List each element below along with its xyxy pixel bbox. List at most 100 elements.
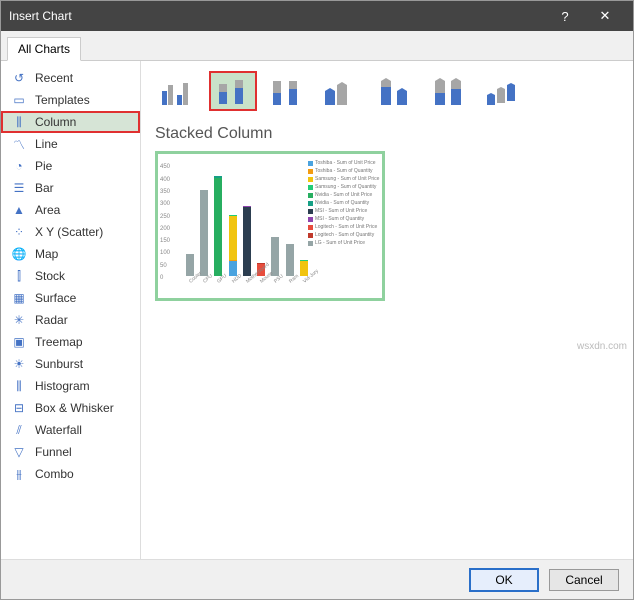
chart-type-icon: ⫵: [11, 466, 27, 482]
legend-item: Nvidia - Sum of Unit Price: [308, 192, 380, 199]
sidebar-item-recent[interactable]: ↺ Recent: [1, 67, 140, 89]
sidebar-item-area[interactable]: ▲ Area: [1, 199, 140, 221]
window-title: Insert Chart: [9, 9, 545, 23]
legend-item: Logitech - Sum of Quantity: [308, 232, 380, 239]
close-button[interactable]: ✕: [585, 8, 625, 24]
legend-item: Toshiba - Sum of Unit Price: [308, 160, 380, 167]
sidebar-item-label: Map: [35, 247, 58, 261]
sidebar-item-column[interactable]: ⫼ Column: [1, 111, 140, 133]
chart-category-sidebar: ↺ Recent ▭Templates ⫼ Column 〽Line ◔ Pie ☰ Bar ▲ Ar…: [1, 61, 141, 559]
legend-item: MSI - Sum of Quantity: [308, 216, 380, 223]
tab-bar: All Charts: [1, 35, 633, 61]
chart-legend: Toshiba - Sum of Unit PriceToshiba - Sum…: [308, 160, 380, 248]
sidebar-item-radar[interactable]: ✳ Radar: [1, 309, 140, 331]
sidebar-item-templates[interactable]: ▭Templates: [1, 89, 140, 111]
y-tick-label: 150: [160, 238, 170, 244]
sidebar-item-label: Pie: [35, 159, 52, 173]
sidebar-item-label: Histogram: [35, 379, 90, 393]
cancel-button[interactable]: Cancel: [549, 569, 619, 591]
legend-item: LG - Sum of Unit Price: [308, 240, 380, 247]
sidebar-item-label: Box & Whisker: [35, 401, 114, 415]
sidebar-item-label: Waterfall: [35, 423, 82, 437]
tab-all-charts[interactable]: All Charts: [7, 37, 81, 61]
insert-chart-dialog: Insert Chart ? ✕ All Charts ↺ Recent ▭Temp…: [0, 0, 634, 600]
legend-item: Samsung - Sum of Quantity: [308, 184, 380, 191]
chart-type-icon: ☰: [11, 180, 27, 196]
chart-x-labels: CoolerCPUGPUHDDMotherboardMousePSURamVid…: [184, 278, 306, 296]
subtype-3d-100-stacked-column[interactable]: [425, 71, 473, 111]
sidebar-item-label: Sunburst: [35, 357, 83, 371]
sidebar-item-label: Funnel: [35, 445, 72, 459]
sidebar-item-waterfall[interactable]: ⫽ Waterfall: [1, 419, 140, 441]
chart-type-icon: ▲: [11, 202, 27, 218]
chart-type-icon: ⫼: [11, 378, 27, 394]
y-tick-label: 450: [160, 164, 170, 170]
subtype-3d-stacked-column[interactable]: [371, 71, 419, 111]
sidebar-item-stock[interactable]: ⫿ Stock: [1, 265, 140, 287]
chart-type-icon: ☀: [11, 356, 27, 372]
sidebar-item-label: Treemap: [35, 335, 83, 349]
y-tick-label: 50: [160, 263, 167, 269]
chart-type-icon: ▣: [11, 334, 27, 350]
sidebar-item-label: Line: [35, 137, 58, 151]
y-tick-label: 300: [160, 201, 170, 207]
legend-item: MSI - Sum of Unit Price: [308, 208, 380, 215]
chart-type-icon: ✳: [11, 312, 27, 328]
chart-preview[interactable]: CoolerCPUGPUHDDMotherboardMousePSURamVid…: [155, 151, 385, 301]
sidebar-item-combo[interactable]: ⫵Combo: [1, 463, 140, 485]
subtype-clustered-column[interactable]: [155, 71, 203, 111]
sidebar-item-sunburst[interactable]: ☀ Sunburst: [1, 353, 140, 375]
sidebar-item-label: Recent: [35, 71, 73, 85]
sidebar-item-map[interactable]: 🌐 Map: [1, 243, 140, 265]
chart-type-icon: ↺: [11, 70, 27, 86]
chart-type-icon: ⫼: [11, 114, 27, 130]
sidebar-item-label: Column: [35, 115, 76, 129]
titlebar: Insert Chart ? ✕: [1, 1, 633, 31]
legend-item: Nvidia - Sum of Quantity: [308, 200, 380, 207]
sidebar-item-bar[interactable]: ☰ Bar: [1, 177, 140, 199]
sidebar-item-label: X Y (Scatter): [35, 225, 103, 239]
ok-button[interactable]: OK: [469, 568, 539, 592]
chart-plot-area: [184, 160, 306, 276]
subtype-3d-column[interactable]: [479, 71, 527, 111]
y-tick-label: 0: [160, 275, 163, 281]
watermark: wsxdn.com: [577, 341, 627, 352]
chart-content-pane: Stacked Column CoolerCPUGPUHDDMotherboar…: [141, 61, 633, 559]
subtype-100-stacked-column[interactable]: [263, 71, 311, 111]
sidebar-item-histogram[interactable]: ⫼ Histogram: [1, 375, 140, 397]
chart-type-icon: 🌐: [11, 246, 27, 262]
sidebar-item-treemap[interactable]: ▣ Treemap: [1, 331, 140, 353]
sidebar-item-line[interactable]: 〽Line: [1, 133, 140, 155]
sidebar-item-funnel[interactable]: ▽ Funnel: [1, 441, 140, 463]
y-tick-label: 100: [160, 250, 170, 256]
chart-type-icon: ◔: [11, 158, 27, 174]
sidebar-item-label: Area: [35, 203, 60, 217]
chart-type-icon: ⫿: [11, 268, 27, 284]
sidebar-item-surface[interactable]: ▦ Surface: [1, 287, 140, 309]
chart-type-icon: ▽: [11, 444, 27, 460]
chart-subtype-title: Stacked Column: [155, 125, 619, 143]
sidebar-item-label: Templates: [35, 93, 90, 107]
chart-subtype-row: [155, 71, 619, 111]
subtype-stacked-column[interactable]: [209, 71, 257, 111]
sidebar-item-label: Surface: [35, 291, 76, 305]
sidebar-item-label: Stock: [35, 269, 65, 283]
sidebar-item-label: Radar: [35, 313, 68, 327]
sidebar-item-label: Bar: [35, 181, 54, 195]
chart-type-icon: ⫽: [11, 422, 27, 438]
y-tick-label: 400: [160, 177, 170, 183]
legend-item: Logitech - Sum of Unit Price: [308, 224, 380, 231]
help-button[interactable]: ?: [545, 9, 585, 24]
chart-type-icon: ⁘: [11, 224, 27, 240]
sidebar-item-x-y-scatter-[interactable]: ⁘ X Y (Scatter): [1, 221, 140, 243]
sidebar-item-pie[interactable]: ◔ Pie: [1, 155, 140, 177]
dialog-footer: OK Cancel: [1, 559, 633, 599]
y-tick-label: 250: [160, 214, 170, 220]
legend-item: Samsung - Sum of Unit Price: [308, 176, 380, 183]
legend-item: Toshiba - Sum of Quantity: [308, 168, 380, 175]
subtype-3d-clustered-column[interactable]: [317, 71, 365, 111]
sidebar-item-box-whisker[interactable]: ⊟Box & Whisker: [1, 397, 140, 419]
dialog-body: ↺ Recent ▭Templates ⫼ Column 〽Line ◔ Pie ☰ Bar ▲ Ar…: [1, 61, 633, 559]
y-tick-label: 350: [160, 189, 170, 195]
chart-type-icon: ▦: [11, 290, 27, 306]
